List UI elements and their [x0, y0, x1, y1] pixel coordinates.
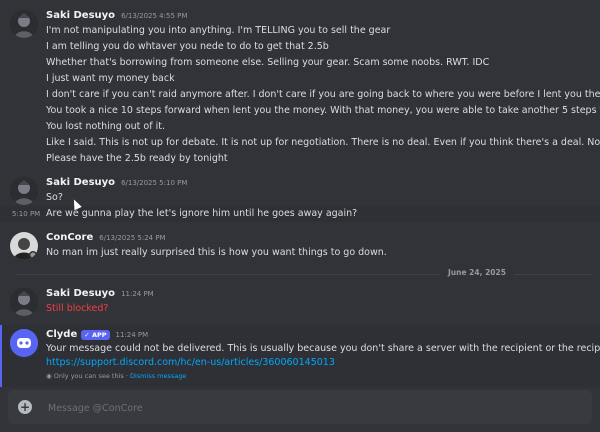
message-group: Saki Desuyo 6/13/2025 5:10 PM So? 5:10 PM… — [0, 175, 600, 222]
author-name[interactable]: Saki Desuyo — [46, 177, 115, 188]
message-group: Saki Desuyo 6/13/2025 4:55 PM I'm not man… — [0, 8, 600, 167]
author-name[interactable]: Clyde — [46, 329, 77, 340]
eye-icon: ◉ — [46, 372, 52, 380]
avatar[interactable] — [10, 288, 38, 316]
dismiss-message-link[interactable]: Dismiss message — [130, 372, 186, 380]
message-header: Saki Desuyo 6/13/2025 4:55 PM — [46, 8, 600, 23]
clyde-avatar[interactable] — [10, 329, 38, 357]
app-badge: ✓ APP — [81, 329, 110, 340]
message-line: So? — [46, 192, 63, 203]
message-line: Your message could not be delivered. Thi… — [46, 343, 600, 354]
ephemeral-text: Only you can see this — [53, 372, 124, 380]
message-input[interactable] — [46, 396, 580, 420]
message-line: I'm not manipulating you into anything. … — [46, 25, 391, 36]
date-divider-label: June 24, 2025 — [440, 268, 514, 277]
message-line: I am telling you do whtaver you nede to … — [46, 41, 329, 52]
message-line: I don't care if you can't raid anymore a… — [46, 89, 600, 100]
avatar[interactable] — [10, 177, 38, 205]
message-header: Clyde ✓ APP 11:24 PM — [46, 327, 600, 342]
message-line: I just want my money back — [46, 73, 175, 84]
author-name[interactable]: Saki Desuyo — [46, 288, 115, 299]
message-timestamp: 11:24 PM — [115, 331, 149, 339]
message-line: Like I said. This is not up for debate. … — [46, 137, 600, 148]
author-name[interactable]: Saki Desuyo — [46, 10, 115, 21]
message-line-hovered[interactable]: 5:10 PM Are we gunna play the let's igno… — [0, 206, 600, 222]
ephemeral-notice: ◉ Only you can see this · Dismiss messag… — [46, 372, 187, 380]
message-line: No man im just really surprised this is … — [46, 247, 387, 258]
message-timestamp: 6/13/2025 5:10 PM — [121, 179, 188, 187]
support-link[interactable]: https://support.discord.com/hc/en-us/art… — [46, 356, 600, 370]
message-line: Please have the 2.5b ready by tonight — [46, 153, 228, 164]
message-line-failed: Still blocked? — [46, 303, 109, 314]
hover-timestamp: 5:10 PM — [12, 210, 41, 218]
message-line: You took a nice 10 steps forward when le… — [46, 105, 600, 116]
app-badge-label: APP — [91, 330, 107, 339]
message-header: ConCore 6/13/2025 5:24 PM — [46, 230, 600, 245]
message-header: Saki Desuyo 11:24 PM — [46, 286, 600, 301]
message-list: Saki Desuyo 6/13/2025 4:55 PM I'm not man… — [0, 0, 600, 387]
message-group: ConCore 6/13/2025 5:24 PM No man im just … — [0, 230, 600, 261]
avatar[interactable] — [10, 10, 38, 38]
message-line: Whether that's borrowing from someone el… — [46, 57, 490, 68]
message-line: You lost nothing out of it. — [46, 121, 165, 132]
avatar[interactable] — [10, 232, 38, 260]
message-timestamp: 11:24 PM — [121, 290, 154, 298]
message-group: Saki Desuyo 11:24 PM Still blocked? — [0, 286, 600, 317]
message-text: Are we gunna play the let's ignore him u… — [46, 208, 358, 219]
plus-circle-icon[interactable]: + — [18, 400, 32, 414]
message-timestamp: 6/13/2025 4:55 PM — [121, 12, 188, 20]
author-name[interactable]: ConCore — [46, 232, 93, 243]
message-group-system: Clyde ✓ APP 11:24 PM Your message could no… — [0, 327, 600, 382]
message-composer: + — [8, 390, 592, 424]
message-header: Saki Desuyo 6/13/2025 5:10 PM — [46, 175, 600, 190]
message-timestamp: 6/13/2025 5:24 PM — [99, 234, 166, 242]
